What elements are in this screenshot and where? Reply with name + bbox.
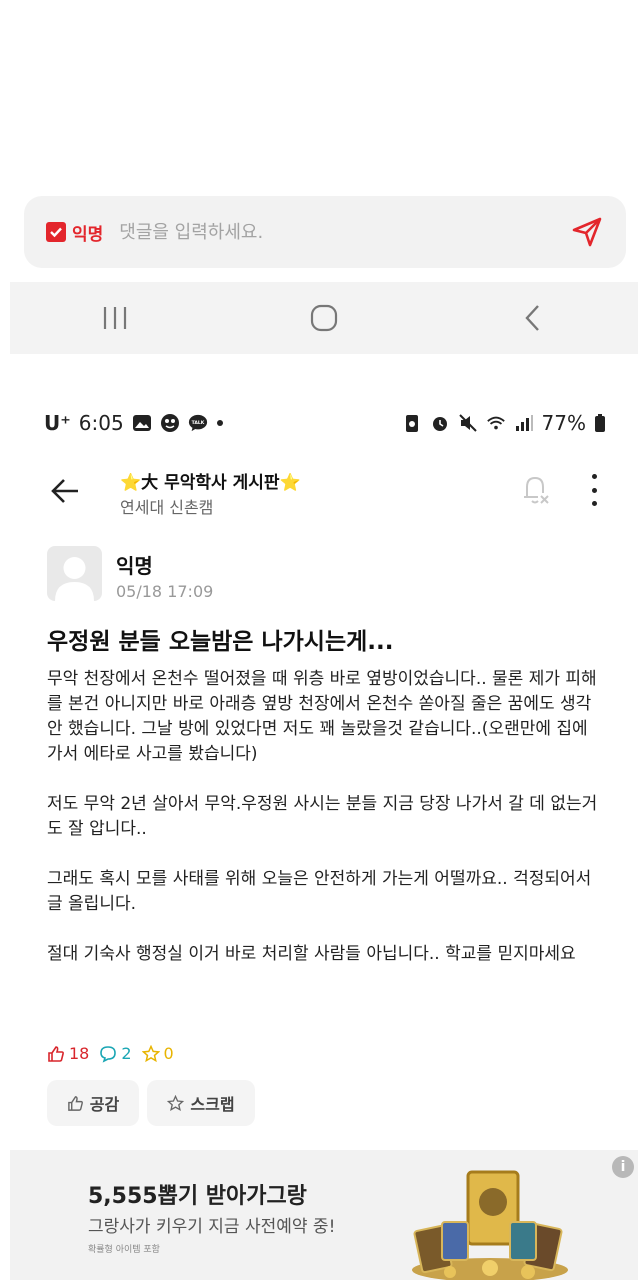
gallery-icon [132, 415, 151, 431]
back-nav-button[interactable] [503, 298, 563, 338]
scrap-button[interactable]: 스크랩 [147, 1080, 255, 1126]
post-paragraph: 저도 무악 2년 살아서 무악.우정원 사시는 분들 지금 당장 나가서 갈 데… [47, 794, 598, 839]
thumbs-up-icon [48, 1045, 64, 1062]
like-button-label: 공감 [89, 1095, 120, 1114]
author-name: 익명 [116, 554, 153, 578]
clock: 6:05 [78, 411, 124, 435]
scrap-button-label: 스크랩 [190, 1095, 235, 1114]
system-nav-bar [10, 282, 638, 354]
comment-bar: 익명 [24, 196, 626, 268]
default-avatar-icon [55, 557, 94, 601]
star-icon [141, 1044, 160, 1062]
recents-icon [103, 307, 126, 329]
check-icon [50, 227, 62, 238]
battery-icon [595, 414, 605, 432]
post-paragraph: 그래도 혹시 모를 사태를 위해 오늘은 안전하게 가는게 어떨까요.. 걱정되… [47, 869, 592, 914]
post-stats: 18 2 0 [47, 1044, 174, 1063]
ad-note: 확률형 아이템 포함 [88, 1245, 160, 1255]
alarm-icon [432, 417, 447, 431]
ad-title: 5,555뽑기 받아가그랑 [88, 1184, 307, 1209]
post-title: 우정원 분들 오늘밤은 나가시는게... [47, 629, 394, 655]
post-body: 무악 천장에서 온천수 떨어졌을 때 위층 바로 옆방이었습니다.. 물론 제가… [47, 667, 603, 992]
like-button[interactable]: 공감 [47, 1080, 139, 1126]
ad-card-art-image [412, 1170, 568, 1280]
carrier-label: U⁺ [44, 411, 71, 435]
like-count-value: 18 [69, 1044, 90, 1063]
avatar [47, 546, 102, 601]
comment-count-value: 2 [121, 1044, 132, 1063]
anonymous-checkbox[interactable] [46, 222, 66, 242]
wifi-icon [486, 416, 505, 430]
scrap-count: 0 [141, 1044, 174, 1063]
board-title: ⭐大 무악학사 게시판⭐ [120, 473, 301, 493]
notification-off-icon[interactable] [518, 472, 552, 508]
app-header: ⭐大 무악학사 게시판⭐ 연세대 신촌캠 [0, 460, 640, 524]
more-options-button[interactable] [584, 474, 604, 506]
emoji-icon [160, 414, 179, 432]
comment-input[interactable] [119, 221, 570, 243]
speech-bubble-icon [100, 1045, 117, 1063]
board-subtitle: 연세대 신촌캠 [120, 498, 214, 517]
battery-saver-icon [405, 415, 418, 432]
anonymous-label[interactable]: 익명 [72, 220, 103, 245]
like-count: 18 [47, 1044, 89, 1063]
post-paragraph: 무악 천장에서 온천수 떨어졌을 때 위층 바로 옆방이었습니다.. 물론 제가… [47, 669, 597, 764]
ad-subtitle: 그랑사가 키우기 지금 사전예약 중! [88, 1217, 336, 1237]
post-paragraph: 절대 기숙사 행정실 이거 바로 처리할 사람들 아닙니다.. 학교를 믿지마세… [47, 944, 576, 964]
status-bar: U⁺ 6:05 TALK 77% [0, 405, 640, 441]
more-dot-icon [591, 487, 597, 493]
home-icon [310, 304, 338, 332]
talk-icon: TALK [188, 414, 207, 432]
battery-percent: 77% [541, 411, 586, 435]
post-timestamp: 05/18 17:09 [116, 582, 214, 601]
ad-banner[interactable]: 5,555뽑기 받아가그랑 그랑사가 키우기 지금 사전예약 중! 확률형 아이… [10, 1150, 638, 1280]
ad-info-icon[interactable]: i [612, 1156, 634, 1178]
mute-icon [458, 414, 477, 432]
svg-text:TALK: TALK [191, 420, 204, 426]
home-button[interactable] [294, 298, 354, 338]
scrap-count-value: 0 [163, 1044, 174, 1063]
send-icon[interactable] [570, 215, 604, 249]
star-icon [167, 1094, 185, 1111]
comment-count: 2 [99, 1044, 132, 1063]
back-chevron-icon [525, 305, 540, 331]
recent-apps-button[interactable] [85, 298, 145, 338]
more-dot-icon [591, 474, 597, 479]
notification-dot-icon [216, 420, 223, 426]
signal-icon [515, 415, 533, 431]
more-dot-icon [591, 501, 597, 506]
thumbs-up-icon [67, 1095, 83, 1111]
back-arrow-icon[interactable] [48, 474, 82, 508]
